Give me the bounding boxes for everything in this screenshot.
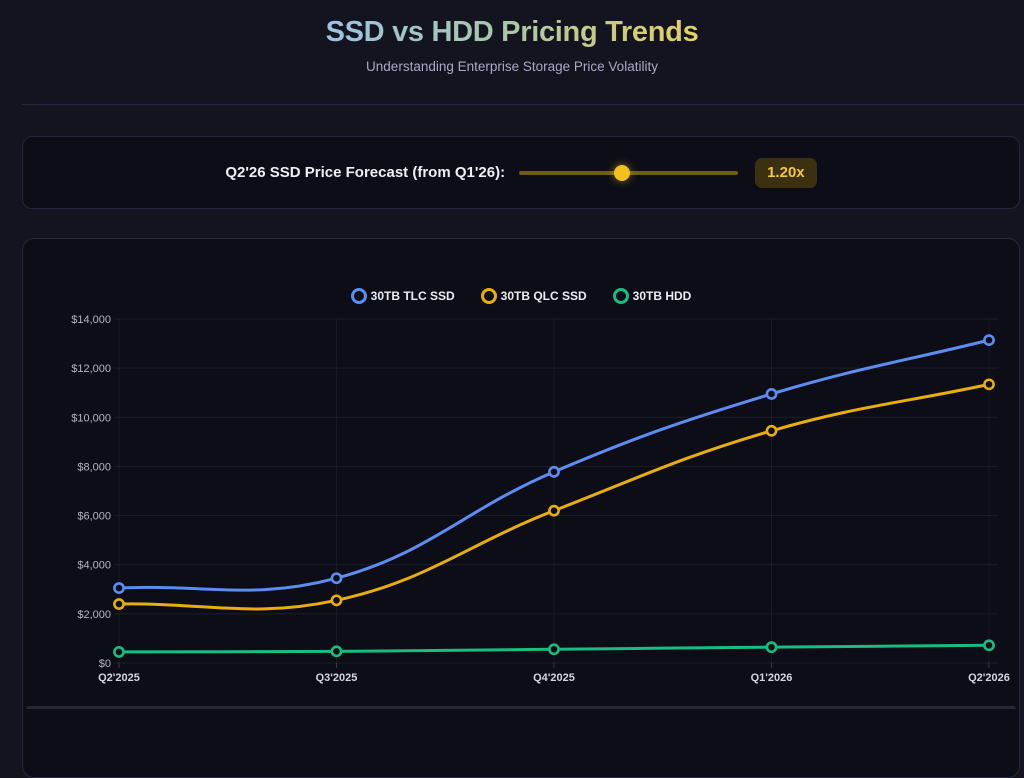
data-point — [549, 506, 558, 515]
data-point — [984, 380, 993, 389]
legend-label-hdd: 30TB HDD — [633, 289, 692, 303]
x-axis-tick-label: Q2'2026 — [968, 672, 1010, 684]
data-point — [332, 647, 341, 656]
data-point — [767, 643, 776, 652]
data-point — [332, 596, 341, 605]
legend-label-qlc: 30TB QLC SSD — [501, 289, 587, 303]
y-axis-tick-label: $14,000 — [71, 314, 111, 326]
legend-item-tlc-ssd[interactable]: 30TB TLC SSD — [351, 288, 455, 304]
forecast-multiplier-badge: 1.20x — [755, 158, 817, 188]
y-axis-tick-label: $8,000 — [77, 461, 111, 473]
y-axis-tick-label: $2,000 — [77, 609, 111, 621]
legend-label-tlc: 30TB TLC SSD — [371, 289, 455, 303]
y-axis-tick-label: $0 — [99, 658, 111, 670]
legend-marker-qlc-icon — [481, 288, 497, 304]
legend-item-hdd[interactable]: 30TB HDD — [613, 288, 692, 304]
data-point — [114, 599, 123, 608]
data-point — [767, 389, 776, 398]
data-point — [984, 336, 993, 345]
chart-panel: 30TB TLC SSD 30TB QLC SSD 30TB HDD $0 $2,… — [22, 238, 1020, 778]
y-axis-tick-label: $6,000 — [77, 511, 111, 523]
data-point — [332, 574, 341, 583]
data-point — [114, 583, 123, 592]
forecast-controls-panel: Q2'26 SSD Price Forecast (from Q1'26): 1… — [22, 136, 1020, 209]
y-axis-tick-label: $4,000 — [77, 560, 111, 572]
data-point — [549, 467, 558, 476]
header-divider — [22, 104, 1024, 105]
slider-thumb[interactable] — [614, 165, 630, 181]
page-subtitle: Understanding Enterprise Storage Price V… — [0, 59, 1024, 74]
data-point — [767, 426, 776, 435]
forecast-controls-row: Q2'26 SSD Price Forecast (from Q1'26): 1… — [225, 158, 816, 188]
data-point — [984, 641, 993, 650]
legend-marker-tlc-icon — [351, 288, 367, 304]
y-axis-tick-label: $12,000 — [71, 363, 111, 375]
x-axis-tick-label: Q4'2025 — [533, 672, 575, 684]
y-axis-tick-label: $10,000 — [71, 412, 111, 424]
legend-marker-hdd-icon — [613, 288, 629, 304]
x-axis-tick-label: Q3'2025 — [316, 672, 358, 684]
forecast-slider[interactable] — [519, 164, 738, 182]
page-header: SSD vs HDD Pricing Trends Understanding … — [0, 0, 1024, 74]
data-point — [114, 647, 123, 656]
forecast-slider-label: Q2'26 SSD Price Forecast (from Q1'26): — [225, 164, 505, 181]
price-trend-chart[interactable]: $0 $2,000 $4,000 $6,000 $8,000 $10,000 $12,000… — [23, 307, 1020, 717]
data-point — [549, 645, 558, 654]
x-axis-tick-label: Q2'2025 — [98, 672, 140, 684]
chart-legend: 30TB TLC SSD 30TB QLC SSD 30TB HDD — [23, 287, 1019, 305]
x-axis-tick-label: Q1'2026 — [751, 672, 793, 684]
page-title: SSD vs HDD Pricing Trends — [326, 16, 699, 49]
legend-item-qlc-ssd[interactable]: 30TB QLC SSD — [481, 288, 587, 304]
